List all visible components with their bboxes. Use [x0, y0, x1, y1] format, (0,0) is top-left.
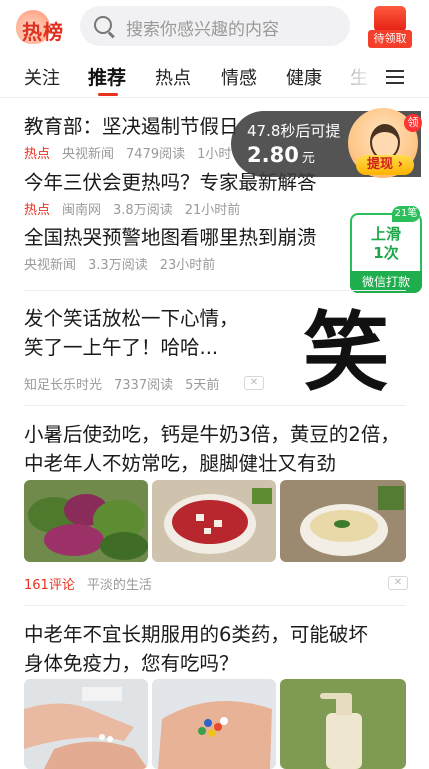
- divider: [24, 290, 406, 291]
- hot-reads: 3.3万阅读: [88, 258, 148, 273]
- channel-tabs: 关注 推荐 热点 情感 健康 生: [0, 60, 429, 96]
- slide-line1: 上滑: [370, 225, 401, 243]
- hot-item-1[interactable]: 教育部：坚决遏制节假日 热点 央视新闻 7479阅读 1小时: [24, 112, 243, 162]
- article-title-line: 小暑后使劲吃，钙是牛奶3倍，黄豆的2倍，: [24, 423, 400, 446]
- hands-pills-image: [24, 679, 148, 769]
- amaranth-vegetable-image: [24, 480, 148, 562]
- red-soup-image: [152, 480, 276, 562]
- red-envelope-button[interactable]: 待领取: [368, 6, 412, 48]
- hot-title: 教育部：坚决遏制节假日: [24, 115, 239, 138]
- hot-tag: 热点: [24, 147, 51, 162]
- article-calcium[interactable]: 小暑后使劲吃，钙是牛奶3倍，黄豆的2倍， 中老年人不妨常吃，腿脚健壮又有劲: [24, 420, 400, 478]
- hot-meta: 央视新闻 3.3万阅读 23小时前: [24, 254, 317, 273]
- amount-unit: 元: [301, 151, 315, 166]
- article-title-line: 中老年不宜长期服用的6类药，可能破坏: [24, 623, 368, 646]
- article-reads: 7337阅读: [114, 378, 174, 393]
- article-title-line: 笑了一上午了！哈哈...: [24, 336, 219, 359]
- article-image-1[interactable]: [24, 480, 148, 562]
- hot-reads: 3.8万阅读: [113, 203, 173, 218]
- article-image-2[interactable]: [152, 679, 276, 769]
- thumb-char: 笑: [303, 306, 389, 392]
- article-meta: 161评论 平淡的生活: [24, 574, 164, 593]
- slide-reward-card[interactable]: 上滑 1次 微信打款: [350, 213, 422, 293]
- active-tab-indicator: [98, 93, 118, 96]
- article-medicine[interactable]: 中老年不宜长期服用的6类药，可能破坏 身体免疫力，您有吃吗？: [24, 620, 368, 678]
- claim-badge: 领: [404, 114, 422, 132]
- tab-recommend[interactable]: 推荐: [88, 63, 126, 90]
- countdown-text: 47.8秒后可提: [247, 122, 341, 140]
- hot-time: 23小时前: [159, 258, 216, 273]
- hot-source: 央视新闻: [24, 258, 77, 273]
- red-envelope-icon: [374, 6, 406, 32]
- hot-meta: 热点 央视新闻 7479阅读 1小时: [24, 143, 243, 162]
- hot-reads: 7479阅读: [126, 147, 186, 162]
- app-logo[interactable]: 热榜: [12, 8, 72, 46]
- withdraw-label: 提现: [367, 157, 394, 172]
- search-placeholder: 搜索你感兴趣的内容: [126, 20, 279, 40]
- tab-hot[interactable]: 热点: [155, 64, 191, 90]
- search-bar[interactable]: 搜索你感兴趣的内容: [80, 6, 350, 46]
- tab-health[interactable]: 健康: [286, 64, 322, 90]
- laugh-character-image: 笑: [303, 302, 389, 403]
- palm-pills-image: [152, 679, 276, 769]
- article-image-3[interactable]: [280, 679, 406, 769]
- tab-emotion[interactable]: 情感: [221, 64, 257, 90]
- hot-source: 闽南网: [62, 203, 102, 218]
- slide-text: 上滑 1次: [352, 225, 420, 263]
- divider: [24, 605, 406, 606]
- slide-line2: 1次: [373, 244, 399, 262]
- article-title-line: 身体免疫力，您有吃吗？: [24, 652, 239, 675]
- article-joke[interactable]: 发个笑话放松一下心情， 笑了一上午了！哈哈...: [24, 304, 284, 362]
- article-source: 平淡的生活: [86, 578, 152, 593]
- article-meta: 知足长乐时光 7337阅读 5天前: [24, 374, 231, 393]
- amount-value: 2.80: [247, 143, 299, 167]
- comment-count: 161评论: [24, 578, 75, 593]
- dislike-button[interactable]: ✕: [244, 376, 264, 390]
- pump-bottle-image: [280, 679, 406, 769]
- divider: [24, 405, 406, 406]
- hot-time: 21小时前: [184, 203, 241, 218]
- article-image-1[interactable]: [24, 679, 148, 769]
- hot-time: 1小时: [197, 147, 232, 162]
- menu-icon[interactable]: [386, 66, 404, 88]
- reward-amount: 2.80 元: [247, 143, 315, 167]
- article-title-line: 发个笑话放松一下心情，: [24, 307, 239, 330]
- search-icon: [94, 16, 112, 34]
- article-time: 5天前: [185, 378, 220, 393]
- withdraw-button[interactable]: 提现 ›: [356, 155, 414, 175]
- hot-source: 央视新闻: [62, 147, 115, 162]
- article-thumbnail[interactable]: 笑: [298, 302, 394, 403]
- tab-follow[interactable]: 关注: [24, 64, 60, 90]
- article-image-3[interactable]: [280, 480, 406, 562]
- count-badge: 21笔: [392, 206, 420, 222]
- hot-title: 全国热哭预警地图看哪里热到崩溃: [24, 226, 317, 249]
- hot-item-3[interactable]: 全国热哭预警地图看哪里热到崩溃 央视新闻 3.3万阅读 23小时前: [24, 223, 317, 273]
- article-title-line: 中老年人不妨常吃，腿脚健壮又有劲: [24, 452, 337, 475]
- red-envelope-label: 待领取: [368, 30, 412, 48]
- header-divider: [0, 97, 429, 98]
- soybean-soup-image: [280, 480, 406, 562]
- article-image-2[interactable]: [152, 480, 276, 562]
- tab-fade: [340, 60, 376, 94]
- article-source: 知足长乐时光: [24, 378, 103, 393]
- hot-meta: 热点 闽南网 3.8万阅读 21小时前: [24, 199, 317, 218]
- logo-text: 热榜: [22, 20, 64, 44]
- hot-tag: 热点: [24, 203, 51, 218]
- dislike-button[interactable]: ✕: [388, 576, 408, 590]
